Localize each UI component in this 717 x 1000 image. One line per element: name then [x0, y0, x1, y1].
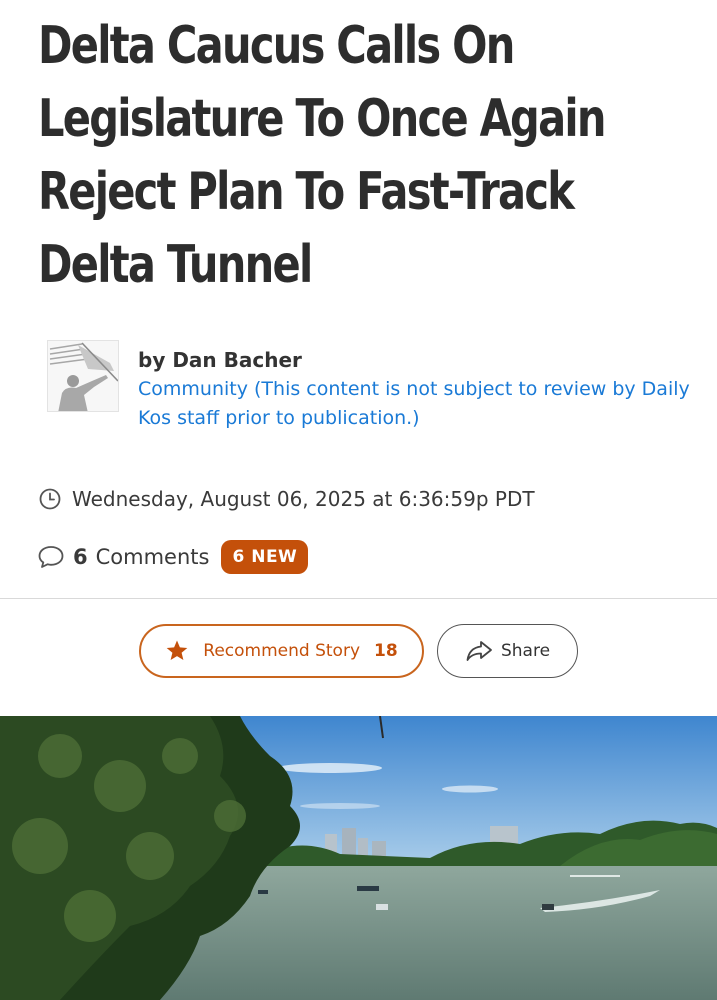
star-icon	[165, 639, 189, 663]
speech-bubble-icon	[37, 544, 65, 570]
article-title: Delta Caucus Calls On Legislature To Onc…	[38, 16, 606, 295]
date-text: Wednesday, August 06, 2025 at 6:36:59p P…	[72, 487, 535, 511]
author-avatar[interactable]	[47, 340, 119, 412]
community-link[interactable]: Community (This content is not subject t…	[138, 375, 698, 433]
new-comments-badge[interactable]: 6 NEW	[221, 540, 309, 574]
publish-date: Wednesday, August 06, 2025 at 6:36:59p P…	[38, 484, 535, 514]
comment-count: 6	[73, 545, 88, 569]
comments-row[interactable]: 6 Comments 6 NEW	[37, 540, 309, 574]
divider	[0, 598, 717, 599]
author-name[interactable]: by Dan Bacher	[138, 346, 698, 374]
recommend-count: 18	[374, 641, 398, 661]
recommend-story-button[interactable]: Recommend Story 18	[139, 624, 424, 678]
article-photo	[0, 716, 717, 1000]
share-label: Share	[500, 641, 551, 661]
share-button[interactable]: Share	[437, 624, 578, 678]
comments-label[interactable]: Comments	[96, 545, 210, 569]
share-arrow-icon	[465, 639, 493, 663]
recommend-label: Recommend Story	[203, 641, 361, 661]
clock-icon	[38, 487, 62, 511]
